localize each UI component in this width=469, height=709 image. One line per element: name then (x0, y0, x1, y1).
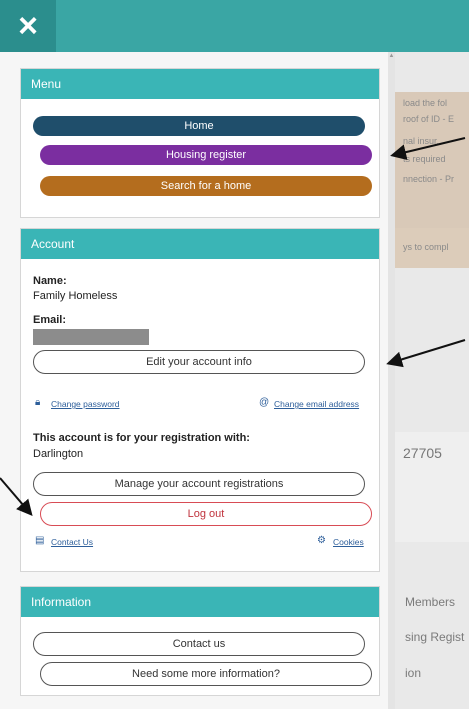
arrow-to-log-out (0, 477, 33, 517)
annotation-arrows (0, 137, 466, 517)
arrow-to-housing-register (390, 137, 466, 160)
arrow-to-edit-account (386, 339, 466, 368)
